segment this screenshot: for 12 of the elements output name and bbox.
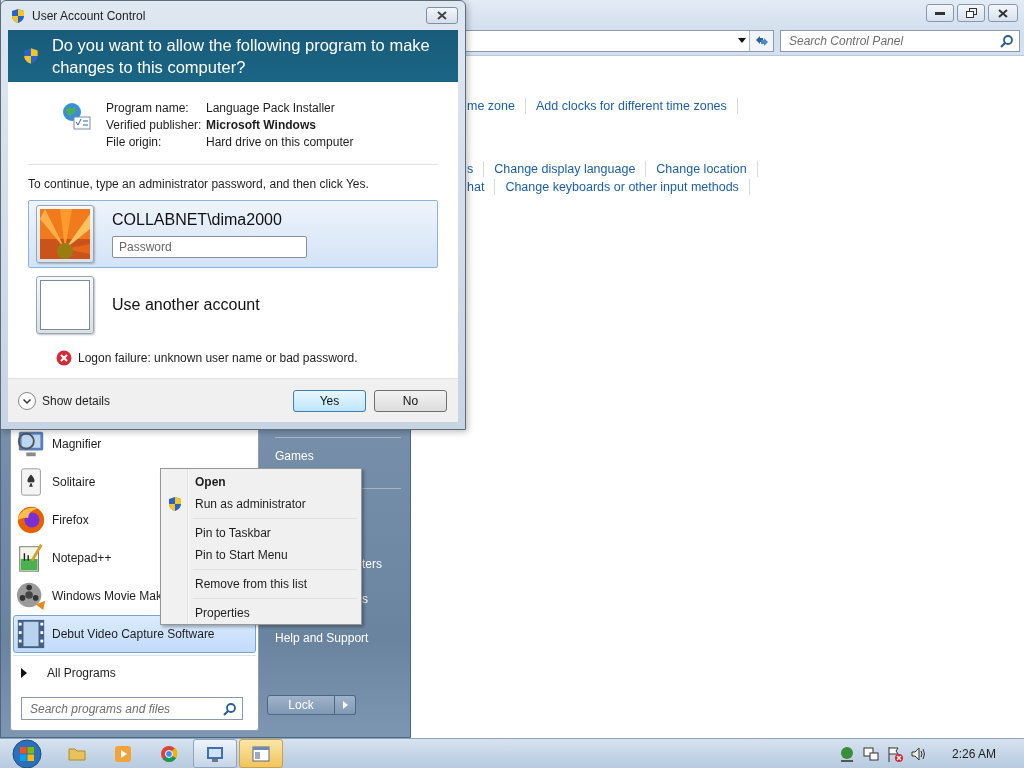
error-message: Logon failure: unknown user name or bad password. xyxy=(78,351,358,365)
field-value: Language Pack Installer xyxy=(206,100,336,116)
field-label: Program name: xyxy=(106,100,190,116)
field-value: Microsoft Windows xyxy=(206,117,317,133)
dialog-heading: Do you want to allow the following program to make changes to this computer? xyxy=(51,35,431,78)
field-label: Verified publisher: xyxy=(106,117,203,133)
field-label: File origin: xyxy=(106,134,163,150)
account-name: Use another account xyxy=(112,296,260,314)
instruction-text: To continue, type an administrator password, and then click Yes. xyxy=(28,177,370,191)
field-value: Hard drive on this computer xyxy=(206,134,354,150)
window-title: User Account Control xyxy=(32,8,147,23)
account-name: COLLABNET\dima2000 xyxy=(112,210,283,229)
